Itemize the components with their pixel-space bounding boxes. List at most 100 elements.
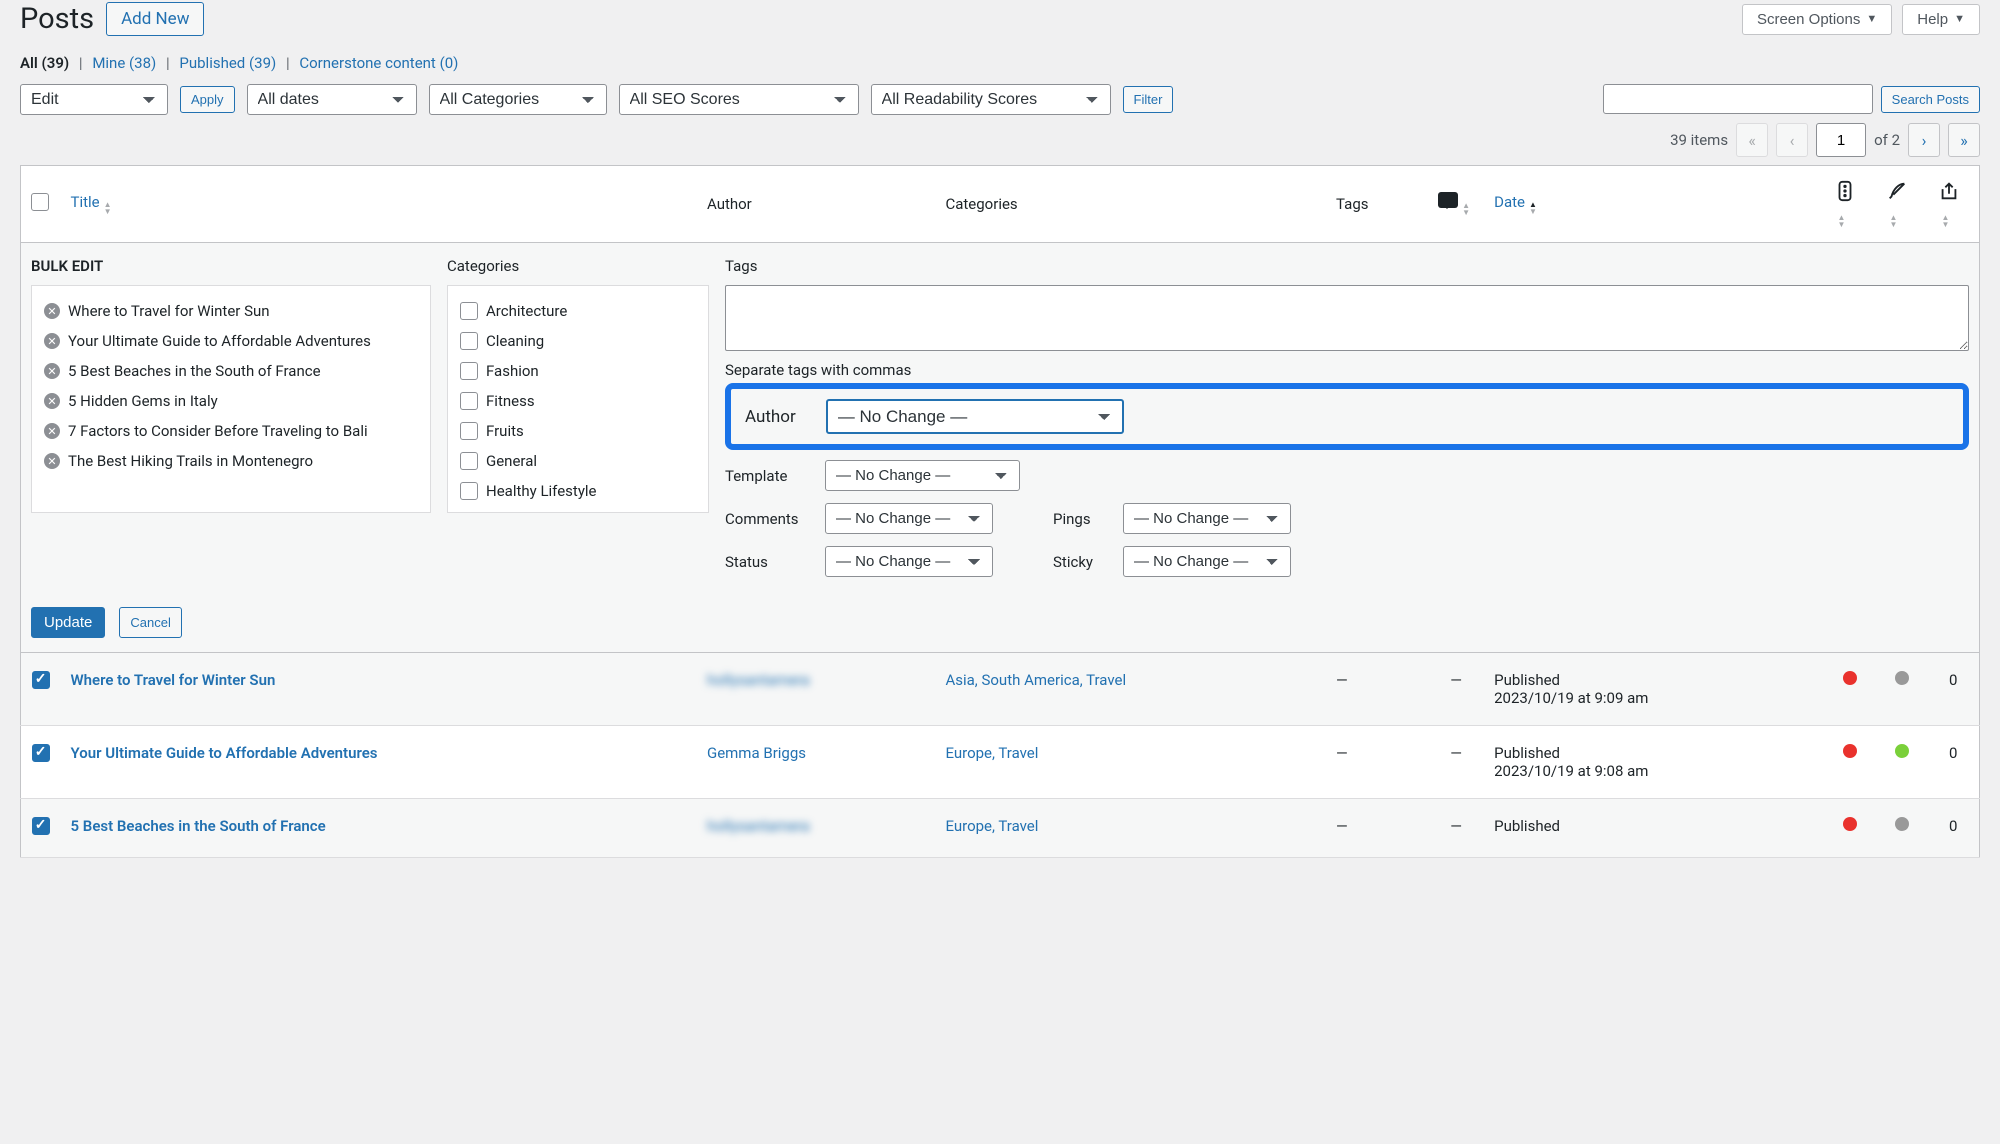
bulk-edit-posts-list: ✕Where to Travel for Winter Sun✕Your Ult…	[31, 285, 431, 513]
column-author: Author	[697, 166, 935, 243]
bulk-category-item: Cleaning	[456, 326, 700, 356]
comments-label: Comments	[725, 510, 815, 528]
help-button[interactable]: Help▼	[1902, 4, 1980, 35]
remove-icon[interactable]: ✕	[44, 423, 60, 439]
column-seo-score[interactable]: ▲▼	[1824, 166, 1876, 243]
post-title-link[interactable]: Your Ultimate Guide to Affordable Advent…	[71, 744, 378, 762]
bulk-post-title: 5 Hidden Gems in Italy	[68, 392, 218, 410]
bulk-post-item: ✕ 7 Factors to Consider Before Traveling …	[40, 416, 422, 446]
filter-all[interactable]: All (39)	[20, 54, 69, 72]
remove-icon[interactable]: ✕	[44, 363, 60, 379]
bulk-post-item: ✕ 5 Hidden Gems in Italy	[40, 386, 422, 416]
status-label: Status	[725, 553, 815, 571]
category-checkbox[interactable]	[460, 302, 478, 320]
bulk-post-title: Your Ultimate Guide to Affordable Advent…	[68, 332, 371, 350]
select-all-checkbox[interactable]	[31, 193, 49, 211]
pings-select[interactable]: — No Change —	[1123, 503, 1291, 534]
row-checkbox[interactable]	[32, 671, 50, 689]
post-tags: —	[1326, 799, 1428, 858]
remove-icon[interactable]: ✕	[44, 393, 60, 409]
bulk-post-title: 5 Best Beaches in the South of France	[68, 362, 321, 380]
total-pages: of 2	[1874, 131, 1900, 149]
post-categories-link[interactable]: Asia, South America, Travel	[945, 671, 1126, 689]
category-label: Fashion	[486, 362, 539, 380]
table-row: Your Ultimate Guide to Affordable Advent…	[21, 726, 1980, 799]
bulk-action-select[interactable]: Edit	[20, 84, 168, 115]
filter-published[interactable]: Published (39)	[179, 54, 276, 72]
readability-score-dot	[1895, 744, 1909, 758]
remove-icon[interactable]: ✕	[44, 333, 60, 349]
last-page-button[interactable]: »	[1948, 123, 1980, 157]
bulk-tags-input[interactable]	[725, 285, 1969, 351]
remove-icon[interactable]: ✕	[44, 453, 60, 469]
post-author-link[interactable]: hollysantamera	[707, 671, 810, 689]
prev-page-button: ‹	[1776, 123, 1808, 157]
post-title-link[interactable]: 5 Best Beaches in the South of France	[71, 817, 326, 835]
row-checkbox[interactable]	[32, 817, 50, 835]
remove-icon[interactable]: ✕	[44, 303, 60, 319]
filter-mine[interactable]: Mine (38)	[92, 54, 156, 72]
update-button[interactable]: Update	[31, 607, 105, 638]
bulk-category-item: Fruits	[456, 416, 700, 446]
comment-bubble-icon	[1438, 192, 1458, 208]
post-links-count: 0	[1928, 653, 1980, 726]
current-page-input[interactable]	[1816, 123, 1866, 157]
post-categories-link[interactable]: Europe, Travel	[945, 817, 1038, 835]
bulk-edit-categories-list: ArchitectureCleaning Fashion Fitness Fruits…	[447, 285, 709, 513]
post-author-link[interactable]: hollysantamera	[707, 817, 810, 835]
category-checkbox[interactable]	[460, 332, 478, 350]
category-checkbox[interactable]	[460, 452, 478, 470]
triangle-down-icon: ▼	[1954, 13, 1965, 25]
category-label: Fitness	[486, 392, 535, 410]
category-checkbox[interactable]	[460, 392, 478, 410]
categories-select[interactable]: All Categories	[429, 84, 607, 115]
search-posts-button[interactable]: Search Posts	[1881, 86, 1980, 113]
apply-button[interactable]: Apply	[180, 86, 235, 113]
column-links[interactable]: ▲▼	[1928, 166, 1980, 243]
post-links-count: 0	[1928, 726, 1980, 799]
bulk-category-item: Fashion	[456, 356, 700, 386]
outgoing-links-icon	[1938, 180, 1960, 202]
post-categories-link[interactable]: Europe, Travel	[945, 744, 1038, 762]
next-page-button[interactable]: ›	[1908, 123, 1940, 157]
author-select[interactable]: — No Change —	[826, 399, 1124, 434]
bulk-post-item: ✕The Best Hiking Trails in Montenegro	[40, 446, 422, 476]
column-date[interactable]: Date▲▼	[1484, 166, 1823, 243]
template-select[interactable]: — No Change —	[825, 460, 1020, 491]
seo-score-dot	[1843, 671, 1857, 685]
column-categories: Categories	[935, 166, 1326, 243]
bulk-post-item: ✕ Your Ultimate Guide to Affordable Adven…	[40, 326, 422, 356]
filter-cornerstone[interactable]: Cornerstone content (0)	[299, 54, 458, 72]
filter-button[interactable]: Filter	[1123, 86, 1174, 113]
bulk-post-title: 7 Factors to Consider Before Traveling t…	[68, 422, 368, 440]
seo-score-dot	[1843, 817, 1857, 831]
screen-options-button[interactable]: Screen Options▼	[1742, 4, 1892, 35]
category-checkbox[interactable]	[460, 482, 478, 500]
bulk-post-item: ✕ 5 Best Beaches in the South of France	[40, 356, 422, 386]
table-row: 5 Best Beaches in the South of France hol…	[21, 799, 1980, 858]
bulk-edit-heading: BULK EDIT	[31, 257, 431, 275]
post-author-link[interactable]: Gemma Briggs	[707, 744, 806, 762]
post-title-link[interactable]: Where to Travel for Winter Sun	[71, 671, 276, 689]
sticky-select[interactable]: — No Change —	[1123, 546, 1291, 577]
bulk-category-item: Architecture	[456, 296, 700, 326]
post-comments: —	[1428, 653, 1484, 726]
post-date: Published2023/10/19 at 9:08 am	[1484, 726, 1823, 799]
pings-label: Pings	[1053, 510, 1113, 528]
column-comments[interactable]: ▲▼	[1428, 166, 1484, 243]
dates-select[interactable]: All dates	[247, 84, 417, 115]
cancel-button[interactable]: Cancel	[119, 607, 181, 638]
column-readability-score[interactable]: ▲▼	[1876, 166, 1928, 243]
category-checkbox[interactable]	[460, 362, 478, 380]
row-checkbox[interactable]	[32, 744, 50, 762]
search-input[interactable]	[1603, 84, 1873, 114]
category-checkbox[interactable]	[460, 422, 478, 440]
status-select[interactable]: — No Change —	[825, 546, 993, 577]
add-new-button[interactable]: Add New	[106, 2, 204, 36]
readability-score-dot	[1895, 671, 1909, 685]
seo-select[interactable]: All SEO Scores	[619, 84, 859, 115]
column-title[interactable]: Title▲▼	[61, 166, 697, 243]
comments-select[interactable]: — No Change —	[825, 503, 993, 534]
category-label: Fruits	[486, 422, 524, 440]
readability-select[interactable]: All Readability Scores	[871, 84, 1111, 115]
